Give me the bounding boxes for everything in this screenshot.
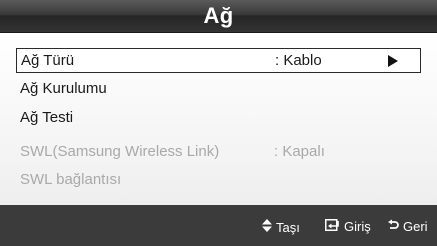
- menu-item-label: Ağ Türü: [21, 52, 75, 69]
- menu-panel: Ağ Türü : Kablo Ağ Kurulumu Ağ Testi SWL…: [0, 33, 437, 205]
- menu-item-value: : Kablo: [275, 52, 322, 69]
- enter-icon: [325, 219, 340, 234]
- menu-item-label: Ağ Kurulumu: [20, 80, 107, 97]
- hint-label: Giriş: [344, 219, 371, 234]
- menu-item-swl: SWL(Samsung Wireless Link) : Kapalı: [16, 139, 421, 164]
- return-icon: [387, 219, 399, 234]
- menu-item-label: SWL(Samsung Wireless Link): [20, 143, 220, 160]
- network-menu-dialog: Ağ Ağ Türü : Kablo Ağ Kurulumu Ağ Testi …: [0, 0, 437, 246]
- menu-item-network-test[interactable]: Ağ Testi: [16, 105, 421, 130]
- hint-back: Geri: [387, 219, 428, 234]
- menu-item-network-type[interactable]: Ağ Türü : Kablo: [16, 48, 421, 73]
- hint-label: Geri: [403, 219, 428, 234]
- menu-item-value: : Kapalı: [274, 143, 325, 160]
- hint-enter: Giriş: [325, 219, 371, 234]
- hint-label: Taşı: [276, 219, 300, 235]
- up-down-arrows-icon: [262, 219, 272, 235]
- dialog-title: Ağ: [203, 3, 234, 28]
- footer-hint-bar: Taşı Giriş Geri: [0, 205, 437, 246]
- menu-item-swl-connection: SWL bağlantısı: [16, 167, 421, 192]
- title-bar: Ağ: [0, 0, 437, 33]
- menu-item-label: Ağ Testi: [20, 109, 74, 126]
- menu-item-label: SWL bağlantısı: [20, 171, 122, 188]
- menu-item-network-setup[interactable]: Ağ Kurulumu: [16, 76, 421, 101]
- hint-move: Taşı: [262, 219, 300, 235]
- submenu-arrow-icon: [388, 55, 398, 67]
